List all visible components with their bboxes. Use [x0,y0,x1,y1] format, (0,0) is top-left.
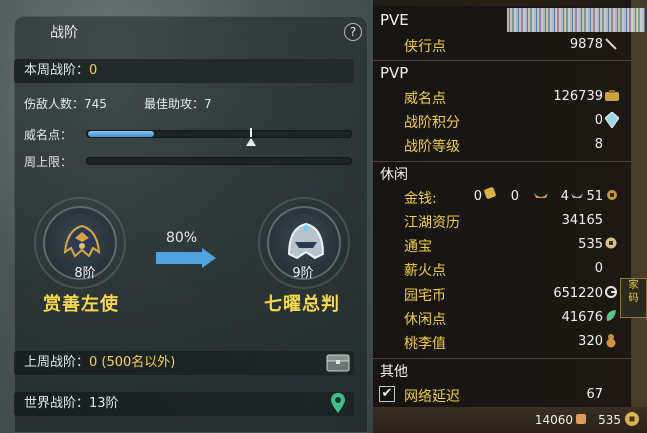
gold-ingot-icon [484,187,496,199]
leisure-item-label: 桃李值 [404,336,446,352]
weekly-cap-label: 周上限： [24,155,73,169]
footer-value-2: 535 [598,413,621,427]
pvp-item-value: 126739 [553,89,603,104]
weekly-rank-value: 0 [89,63,98,78]
gold-value-4: 51 [586,189,603,204]
help-icon[interactable]: ? [344,23,362,41]
gourd-icon [606,334,616,348]
coin-icon [625,412,639,426]
copper-ingot-icon [571,193,583,198]
next-rank-name: 七曜总判 [264,294,340,315]
leisure-item-label: 园宅币 [404,288,446,304]
world-rank-value: 13阶 [89,396,119,411]
pve-header: PVE [380,11,409,29]
leisure-item-label: 江湖资历 [404,215,460,231]
footer-bar: 14060 535 [373,407,647,433]
world-rank-row: 世界战阶：13阶 [14,392,354,416]
reputation-progress-fill [88,131,154,137]
gold-value-2: 0 [510,189,519,204]
silver-ingot-icon [534,193,548,198]
pvp-item-value: 0 [594,113,603,128]
reputation-label: 威名点： [24,128,73,142]
world-rank-label: 世界战阶： [24,396,90,411]
last-week-label: 上周战阶： [24,355,90,370]
current-rank-name: 赏善左使 [43,294,119,315]
reputation-progress-bar [86,130,352,138]
banner-decoration [507,8,645,32]
crystal-icon [605,112,619,128]
latency-label: 网络延迟 [404,389,460,405]
weekly-cap-bar [86,157,352,165]
divider [373,161,631,162]
latency-value: 67 [586,387,603,402]
bag-icon [605,90,619,101]
kills-stat: 伤敌人数：745 [24,95,107,112]
weekly-rank-label: 本周战阶： [24,63,90,78]
gold-label: 金钱: [404,191,437,207]
leisure-item-value: 535 [578,237,603,252]
latency-checkbox[interactable]: ✔ [379,386,395,402]
advance-percent: 80% [166,230,198,246]
assist-stat: 最佳助攻：7 [144,95,212,112]
assist-value: 7 [204,97,212,111]
current-rank-tier: 8阶 [74,266,96,281]
coin-icon [605,237,617,249]
pvp-item-value: 8 [594,137,603,152]
divider [373,358,631,359]
last-week-value: 0 (500名以外) [89,355,176,370]
leisure-item-value: 0 [594,261,603,276]
pvp-item-label: 威名点 [404,91,446,107]
footer-value-1: 14060 [534,413,573,427]
currency-panel: PVE 侠行点 9878 PVP 威名点 126739 战阶积分 0 战阶等级 … [373,0,647,433]
advance-arrow-icon [156,248,216,268]
brush-icon [605,38,617,50]
pvp-item-label: 战阶等级 [404,139,460,155]
last-week-rank-row: 上周战阶：0 (500名以外) [14,351,354,375]
side-sign: 家 码 [620,278,647,318]
leisure-item-value: 651220 [553,286,603,301]
house-coin-icon [605,286,617,298]
pvp-item-label: 战阶积分 [404,115,460,131]
rank-panel: 战阶 ? 本周战阶：0 伤敌人数：745 最佳助攻：7 威名点： 周上限： 8阶… [0,0,373,433]
chest-icon[interactable] [326,354,350,372]
copper-coin-icon [607,190,617,200]
weekly-cap-marker [246,128,256,146]
leisure-item-label: 薪火点 [404,263,446,279]
leisure-item-value: 34165 [561,213,603,228]
other-header: 其他 [380,364,408,380]
kills-value: 745 [84,97,107,111]
weekly-rank-row: 本周战阶：0 [14,59,354,83]
leisure-item-value: 41676 [561,310,603,325]
leisure-header: 休闲 [380,167,408,183]
leisure-item-label: 通宝 [404,239,432,255]
leisure-item-value: 320 [578,334,603,349]
assist-label: 最佳助攻： [144,97,205,111]
next-rank-tier: 9阶 [292,266,314,281]
leaf-icon [606,310,616,321]
pvp-header: PVP [380,64,409,82]
divider [373,60,631,61]
pve-item-label: 侠行点 [404,39,446,55]
side-sign-text: 家 码 [628,280,639,304]
kills-label: 伤敌人数： [24,97,85,111]
leisure-item-label: 休闲点 [404,312,446,328]
pve-item-value: 9878 [569,37,603,52]
panel-title: 战阶 [50,25,78,41]
gold-value-1: 0 [473,189,482,204]
map-pin-icon[interactable] [331,393,345,413]
gold-value-3: 4 [560,189,569,204]
